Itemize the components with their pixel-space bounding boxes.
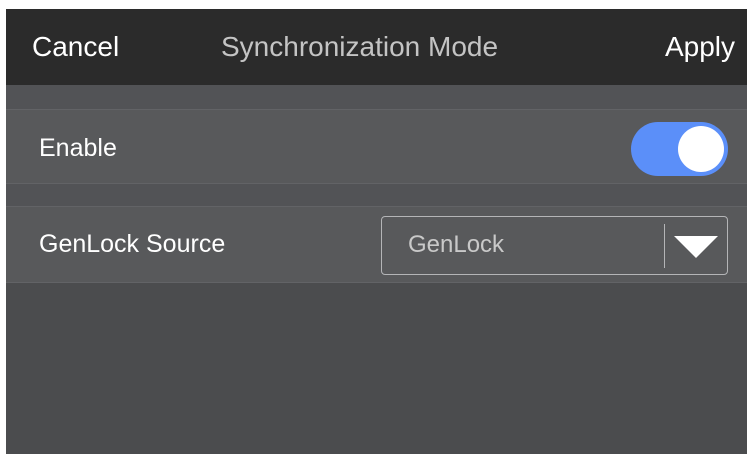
cancel-button[interactable]: Cancel	[32, 31, 119, 63]
genlock-source-row: GenLock Source GenLock	[6, 206, 747, 283]
enable-label: Enable	[39, 134, 117, 162]
section-spacer	[6, 184, 747, 206]
apply-button[interactable]: Apply	[665, 31, 735, 63]
enable-toggle[interactable]	[631, 122, 728, 176]
enable-row: Enable	[6, 109, 747, 184]
genlock-source-label: GenLock Source	[39, 230, 226, 258]
section-spacer	[6, 85, 747, 109]
dialog-header: Cancel Synchronization Mode Apply	[6, 9, 747, 85]
chevron-down-icon[interactable]	[674, 236, 718, 258]
sync-mode-dialog: Cancel Synchronization Mode Apply Enable…	[6, 9, 747, 454]
genlock-source-value: GenLock	[408, 231, 505, 258]
select-divider	[664, 224, 665, 268]
toggle-knob	[678, 126, 724, 172]
dialog-title: Synchronization Mode	[221, 31, 499, 62]
genlock-source-select[interactable]: GenLock	[381, 216, 728, 275]
